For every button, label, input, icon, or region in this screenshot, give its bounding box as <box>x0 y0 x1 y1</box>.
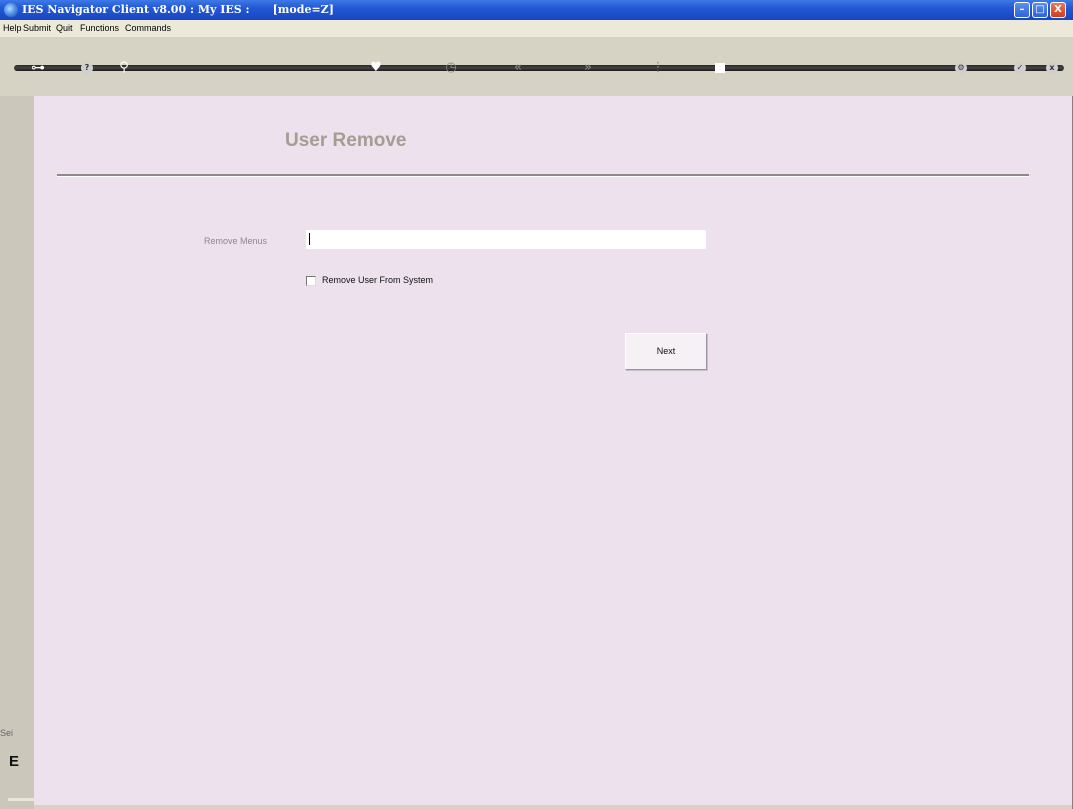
app-window: IES Navigator Client v8.00 : My IES : [m… <box>0 0 1073 809</box>
menu-commands[interactable]: Commands <box>125 23 171 33</box>
remove-menus-input[interactable] <box>306 230 706 249</box>
stop-icon[interactable] <box>715 63 725 73</box>
remove-user-checkbox[interactable] <box>306 276 316 286</box>
menu-help[interactable]: Help <box>3 23 22 33</box>
left-panel <box>0 96 34 809</box>
text-caret <box>309 233 310 245</box>
forward-icon[interactable]: » <box>580 60 596 76</box>
window-title: IES Navigator Client v8.00 : My IES : [m… <box>22 3 334 16</box>
menu-quit[interactable]: Quit <box>56 23 73 33</box>
menu-functions[interactable]: Functions <box>80 23 119 33</box>
menu-bar: Help Submit Quit Functions Commands <box>0 20 1073 37</box>
key-icon[interactable]: ⊶ <box>30 60 46 76</box>
clock-icon[interactable]: ◷ <box>443 60 459 76</box>
next-button[interactable]: Next <box>625 333 707 370</box>
title-divider <box>57 174 1029 176</box>
menu-submit[interactable]: Submit <box>23 23 51 33</box>
cancel-icon[interactable]: x <box>1046 62 1058 74</box>
remove-menus-label: Remove Menus <box>204 236 268 246</box>
maximize-button[interactable]: □ <box>1032 2 1048 18</box>
close-button[interactable]: X <box>1050 2 1066 18</box>
search-icon[interactable]: ⚲ <box>116 60 132 76</box>
rewind-icon[interactable]: « <box>510 60 526 76</box>
main-content: User Remove Remove Menus Remove User Fro… <box>34 96 1072 805</box>
page-title: User Remove <box>285 130 407 151</box>
toolbar: ⊶ ? ⚲ ♥ ◷ « » ⋮ ⚙ ✓ x <box>0 37 1073 96</box>
side-truncated-glyph: E <box>9 753 20 770</box>
help-icon[interactable]: ? <box>81 62 93 74</box>
app-logo-icon <box>4 3 18 17</box>
filter-icon[interactable]: ⋮ <box>650 60 666 76</box>
heart-icon[interactable]: ♥ <box>368 60 384 76</box>
settings-icon[interactable]: ⚙ <box>955 62 967 74</box>
bottom-strip <box>8 798 34 801</box>
ok-icon[interactable]: ✓ <box>1014 62 1026 74</box>
side-truncated-label: Sei <box>0 728 14 738</box>
title-bar[interactable]: IES Navigator Client v8.00 : My IES : [m… <box>0 0 1073 20</box>
minimize-button[interactable]: – <box>1014 2 1030 18</box>
remove-user-label[interactable]: Remove User From System <box>322 275 433 285</box>
toolbar-strip <box>14 65 1064 71</box>
